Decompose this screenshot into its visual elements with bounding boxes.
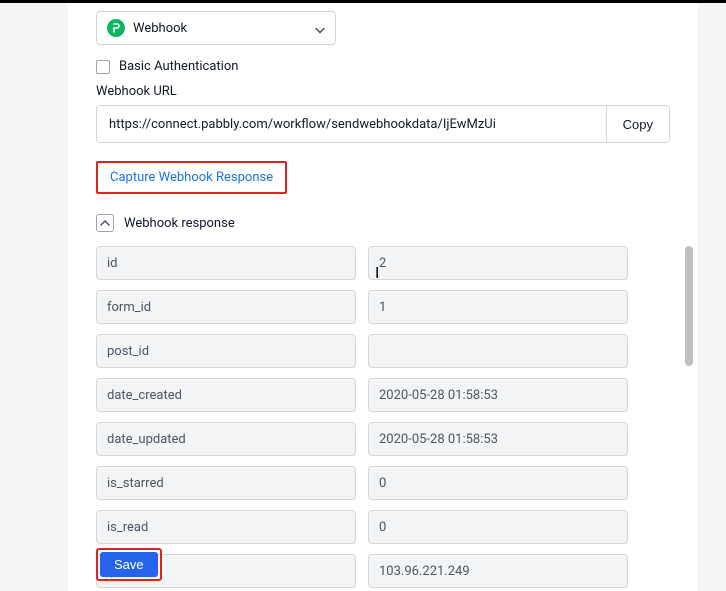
capture-webhook-response-button[interactable]: Capture Webhook Response [96, 161, 287, 194]
dropdown-label: Webhook [133, 21, 187, 36]
scrollbar-thumb[interactable] [685, 246, 693, 366]
field-key[interactable]: id [96, 246, 356, 280]
webhook-url-row: https://connect.pabbly.com/workflow/send… [96, 105, 670, 143]
field-value[interactable]: 2020-05-28 01:58:53 [368, 378, 628, 412]
field-value[interactable]: 103.96.221.249 [368, 554, 628, 588]
basic-auth-label: Basic Authentication [119, 59, 238, 74]
field-key[interactable]: date_updated [96, 422, 356, 456]
field-value[interactable]: 0 [368, 466, 628, 500]
field-key[interactable]: post_id [96, 334, 356, 368]
response-fields-grid: id 2 form_id 1 post_id date_created 2020… [96, 246, 670, 591]
main-panel: Webhook Basic Authentication Webhook URL… [68, 3, 698, 591]
field-value[interactable]: 2020-05-28 01:58:53 [368, 422, 628, 456]
save-button[interactable]: Save [100, 552, 158, 577]
field-key[interactable]: is_read [96, 510, 356, 544]
field-value[interactable]: 1 [368, 290, 628, 324]
field-value[interactable]: 0 [368, 510, 628, 544]
field-value[interactable]: 2 [368, 246, 628, 280]
scrollbar[interactable] [685, 246, 693, 546]
basic-auth-checkbox[interactable] [96, 60, 110, 74]
collapse-toggle[interactable] [96, 214, 114, 232]
field-value[interactable] [368, 334, 628, 368]
webhook-url-input[interactable]: https://connect.pabbly.com/workflow/send… [97, 106, 606, 142]
field-key[interactable]: date_created [96, 378, 356, 412]
caret-down-icon [315, 19, 325, 38]
basic-auth-row: Basic Authentication [96, 59, 670, 74]
field-key[interactable]: is_starred [96, 466, 356, 500]
webhook-url-label: Webhook URL [96, 84, 670, 99]
pabbly-icon [107, 19, 125, 37]
webhook-response-header: Webhook response [96, 214, 670, 232]
field-key[interactable]: form_id [96, 290, 356, 324]
webhook-response-title: Webhook response [124, 216, 235, 231]
copy-button[interactable]: Copy [606, 106, 669, 142]
webhook-dropdown[interactable]: Webhook [96, 11, 336, 45]
